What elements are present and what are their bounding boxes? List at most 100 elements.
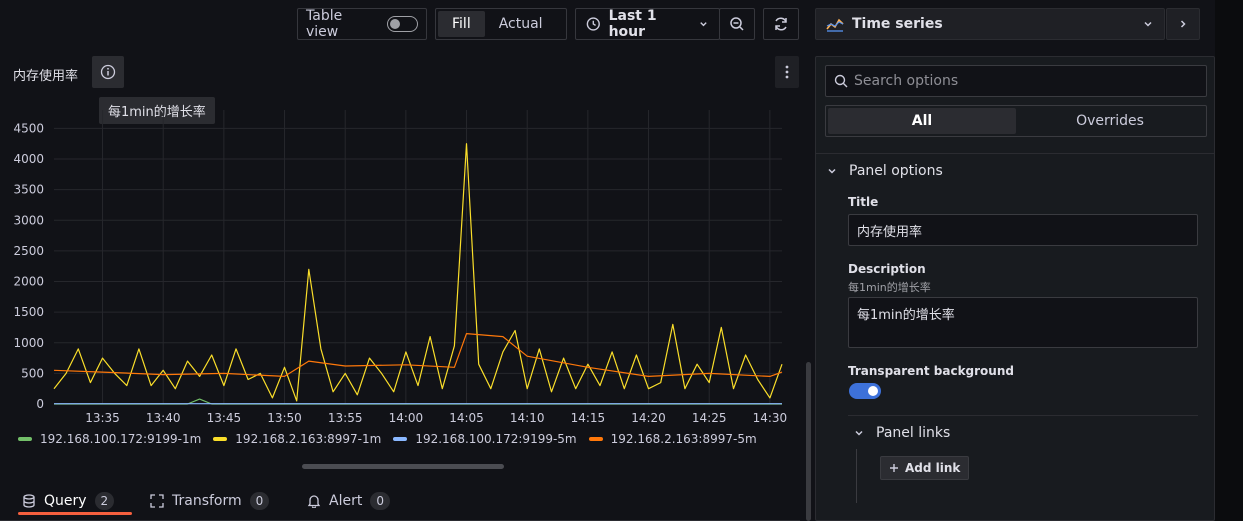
plus-icon bbox=[890, 464, 898, 472]
panel-info-button[interactable] bbox=[92, 56, 124, 88]
transform-icon bbox=[150, 494, 164, 508]
table-view-toggle[interactable]: Table view bbox=[297, 8, 427, 40]
tab-transform-label: Transform bbox=[172, 493, 242, 509]
x-tick-label: 13:40 bbox=[146, 411, 181, 425]
x-tick-label: 14:20 bbox=[631, 411, 666, 425]
transparent-background-toggle[interactable] bbox=[849, 383, 881, 399]
legend-label: 192.168.2.163:8997-5m bbox=[610, 432, 757, 446]
tab-alert[interactable]: Alert 0 bbox=[307, 488, 390, 514]
info-icon bbox=[100, 64, 116, 80]
title-label: Title bbox=[848, 195, 879, 209]
x-tick-label: 13:50 bbox=[267, 411, 302, 425]
panel-links-title: Panel links bbox=[876, 425, 951, 441]
chevron-down-icon bbox=[828, 168, 836, 174]
description-textarea[interactable]: 每1min的增长率 bbox=[848, 297, 1198, 348]
time-range-picker[interactable]: Last 1 hour bbox=[575, 8, 720, 40]
time-range-label: Last 1 hour bbox=[608, 8, 657, 40]
clock-icon bbox=[586, 17, 600, 31]
table-view-label: Table view bbox=[306, 8, 343, 40]
legend-swatch bbox=[588, 437, 603, 441]
chevron-down-icon bbox=[1144, 21, 1152, 27]
x-tick-label: 13:35 bbox=[85, 411, 120, 425]
x-tick-label: 14:00 bbox=[389, 411, 424, 425]
x-tick-label: 13:45 bbox=[207, 411, 242, 425]
time-series-chart[interactable]: 0 500 1000 1500 2000 2500 3000 3500 4000 4500 13:3… bbox=[0, 110, 800, 430]
tab-query-count: 2 bbox=[94, 492, 115, 510]
panel-options-header[interactable]: Panel options bbox=[827, 163, 943, 179]
y-tick-label: 4000 bbox=[13, 152, 44, 166]
search-options[interactable] bbox=[825, 65, 1207, 97]
legend-label: 192.168.100.172:9199-5m bbox=[415, 432, 577, 446]
more-vertical-icon bbox=[785, 65, 789, 79]
tab-alert-count: 0 bbox=[370, 492, 390, 510]
tab-transform[interactable]: Transform 0 bbox=[150, 488, 270, 514]
panel-options-title: Panel options bbox=[849, 163, 943, 179]
panel-edit-toolbar: Table view Fill Actual Last 1 hour bbox=[0, 0, 805, 48]
legend-swatch bbox=[213, 437, 228, 441]
chart-legend: 192.168.100.172:9199-1m 192.168.2.163:899… bbox=[18, 430, 757, 448]
description-hint: 每1min的增长率 bbox=[848, 281, 931, 294]
legend-swatch bbox=[18, 437, 32, 441]
fill-actual-group: Fill Actual bbox=[435, 8, 567, 40]
tab-transform-count: 0 bbox=[249, 492, 270, 510]
bell-icon bbox=[307, 495, 321, 508]
tab-query-label: Query bbox=[44, 493, 87, 509]
active-tab-indicator bbox=[18, 512, 132, 515]
vertical-scrollbar[interactable] bbox=[806, 362, 811, 521]
y-tick-label: 1000 bbox=[13, 336, 44, 350]
legend-item[interactable]: 192.168.100.172:9199-5m bbox=[393, 430, 577, 448]
visualization-picker[interactable]: Time series bbox=[815, 8, 1165, 40]
search-options-input[interactable] bbox=[854, 73, 1194, 89]
tab-overrides[interactable]: Overrides bbox=[1016, 108, 1204, 134]
refresh-button[interactable] bbox=[763, 8, 799, 40]
x-tick-label: 13:55 bbox=[328, 411, 363, 425]
refresh-icon bbox=[775, 17, 787, 31]
legend-item[interactable]: 192.168.2.163:8997-5m bbox=[588, 430, 757, 448]
description-label: Description bbox=[848, 262, 926, 276]
zoom-out-icon bbox=[730, 17, 744, 31]
options-filter-tabs: All Overrides bbox=[825, 105, 1207, 137]
horizontal-scrollbar[interactable] bbox=[302, 464, 504, 469]
collapse-options-button[interactable] bbox=[1166, 8, 1200, 40]
title-input[interactable] bbox=[848, 214, 1198, 246]
chevron-down-icon bbox=[700, 22, 707, 27]
legend-swatch bbox=[393, 437, 408, 441]
divider bbox=[848, 415, 1198, 416]
x-tick-label: 14:30 bbox=[753, 411, 788, 425]
zoom-out-button[interactable] bbox=[719, 8, 755, 40]
y-tick-label: 500 bbox=[21, 366, 44, 380]
y-tick-label: 1500 bbox=[13, 305, 44, 319]
time-series-icon bbox=[826, 18, 844, 32]
legend-label: 192.168.100.172:9199-1m bbox=[40, 432, 202, 446]
actual-button[interactable]: Actual bbox=[485, 11, 557, 37]
divider bbox=[816, 153, 1214, 154]
y-tick-label: 4500 bbox=[13, 121, 44, 135]
panel-menu-button[interactable] bbox=[775, 56, 799, 88]
panel-title: 内存使用率 bbox=[13, 69, 79, 84]
legend-item[interactable]: 192.168.2.163:8997-1m bbox=[213, 430, 381, 448]
options-pane: Time series All Overrides Panel options … bbox=[815, 0, 1215, 521]
visualization-name: Time series bbox=[852, 16, 943, 32]
database-icon bbox=[23, 494, 35, 508]
y-tick-label: 3000 bbox=[13, 213, 44, 227]
panel-links-header[interactable]: Panel links bbox=[854, 425, 950, 441]
y-tick-label: 2500 bbox=[13, 244, 44, 258]
legend-label: 192.168.2.163:8997-1m bbox=[235, 432, 382, 446]
table-view-switch[interactable] bbox=[386, 16, 418, 32]
tab-query[interactable]: Query 2 bbox=[22, 488, 115, 514]
chevron-down-icon bbox=[855, 430, 863, 436]
options-box: All Overrides Panel options Title Descri… bbox=[815, 56, 1215, 521]
y-tick-label: 0 bbox=[36, 397, 44, 411]
tab-alert-label: Alert bbox=[329, 493, 363, 509]
add-link-button[interactable]: Add link bbox=[880, 456, 970, 480]
y-tick-label: 2000 bbox=[13, 275, 44, 289]
legend-item[interactable]: 192.168.100.172:9199-1m bbox=[18, 430, 201, 448]
x-tick-label: 14:10 bbox=[510, 411, 545, 425]
x-tick-label: 14:05 bbox=[449, 411, 484, 425]
search-icon bbox=[834, 74, 848, 88]
y-tick-label: 3500 bbox=[13, 183, 44, 197]
fill-button[interactable]: Fill bbox=[438, 11, 485, 37]
tab-all[interactable]: All bbox=[828, 108, 1016, 134]
page-edge bbox=[1215, 0, 1243, 521]
x-tick-label: 14:15 bbox=[571, 411, 606, 425]
